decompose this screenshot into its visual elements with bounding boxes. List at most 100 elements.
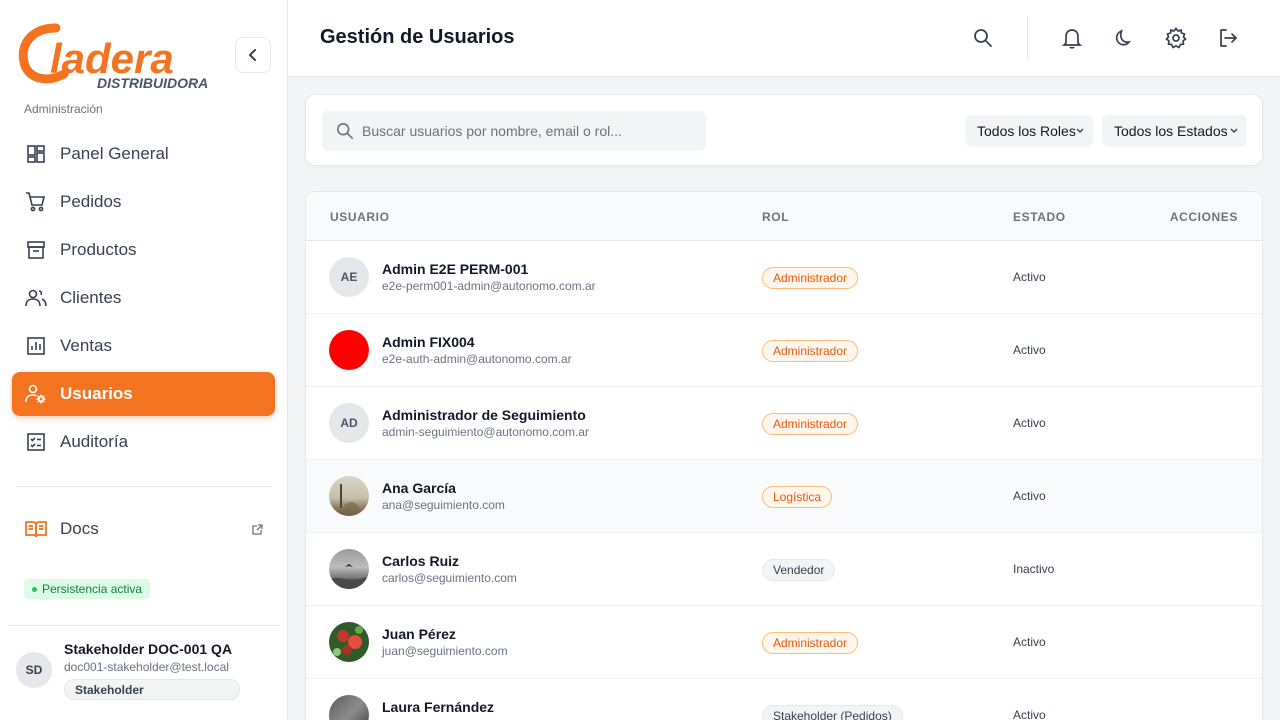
status-text: Activo: [1013, 343, 1046, 357]
search-field[interactable]: [322, 111, 706, 151]
status-text: Activo: [1013, 708, 1046, 720]
sidebar-divider: [16, 486, 271, 487]
settings-button[interactable]: [1164, 26, 1188, 50]
chart-icon: [24, 334, 48, 358]
users-table: USUARIO ROL ESTADO ACCIONES AE Admin E2E…: [305, 191, 1263, 720]
sidebar-item-docs[interactable]: Docs: [12, 507, 275, 551]
role-badge: Administrador: [762, 632, 859, 654]
sidebar-item-productos[interactable]: Productos: [12, 228, 275, 272]
column-header-acciones: ACCIONES: [1169, 210, 1238, 224]
search-icon: [974, 29, 992, 47]
role-badge: Administrador: [762, 340, 859, 362]
sidebar-item-label: Pedidos: [60, 192, 122, 211]
sidebar-item-panel-general[interactable]: Panel General: [12, 132, 275, 176]
table-row[interactable]: Ana García ana@seguimiento.com Logística…: [306, 460, 1262, 533]
avatar: [329, 476, 369, 516]
sidebar-item-label: Ventas: [60, 336, 112, 355]
avatar: AE: [329, 257, 369, 297]
status-text: Activo: [1013, 635, 1046, 649]
logout-button[interactable]: [1216, 26, 1240, 50]
user-email: carlos@seguimiento.com: [382, 571, 517, 585]
gear-icon: [1165, 27, 1187, 49]
sidebar-item-label: Clientes: [60, 288, 122, 307]
filter-bar: Todos los Roles Todos los Estados: [305, 94, 1263, 166]
dashboard-icon: [24, 142, 48, 166]
chevron-left-icon: [249, 49, 256, 61]
role-badge: Administrador: [762, 267, 859, 289]
sidebar: ladera DISTRIBUIDORA Administración Pane…: [0, 0, 288, 720]
sidebar-item-usuarios[interactable]: Usuarios: [12, 372, 275, 416]
archive-icon: [24, 238, 48, 262]
user-email: e2e-perm001-admin@autonomo.com.ar: [382, 279, 596, 293]
current-user-name: Stakeholder DOC-001 QA: [64, 641, 233, 657]
sidebar-item-label: Usuarios: [60, 384, 133, 403]
status-text: Activo: [1013, 416, 1046, 430]
user-name: Laura Fernández: [382, 699, 495, 715]
avatar: AD: [329, 403, 369, 443]
user-name: Ana García: [382, 480, 456, 496]
avatar: [329, 622, 369, 662]
persistence-label: Persistencia activa: [42, 582, 143, 596]
avatar: SD: [16, 652, 52, 688]
user-email: ana@seguimiento.com: [382, 498, 505, 512]
user-name: Juan Pérez: [382, 626, 456, 642]
persistence-status-badge: Persistencia activa: [24, 579, 151, 599]
table-row[interactable]: Juan Pérez juan@seguimiento.com Administ…: [306, 606, 1262, 679]
status-text: Activo: [1013, 270, 1046, 284]
avatar: [329, 695, 369, 720]
user-gear-icon: [24, 382, 48, 406]
section-label: Administración: [24, 102, 103, 116]
chevron-down-icon: [1230, 128, 1238, 133]
sidebar-item-auditoria[interactable]: Auditoría: [12, 420, 275, 464]
role-badge: Logística: [762, 486, 833, 508]
user-name: Admin E2E PERM-001: [382, 261, 529, 277]
status-filter-value: Todos los Estados: [1114, 123, 1228, 139]
status-text: Inactivo: [1013, 562, 1055, 576]
sidebar-item-clientes[interactable]: Clientes: [12, 276, 275, 320]
user-email: juan@seguimiento.com: [382, 644, 508, 658]
brand-logo[interactable]: ladera DISTRIBUIDORA: [18, 22, 218, 92]
collapse-sidebar-button[interactable]: [235, 37, 271, 73]
table-row[interactable]: AE Admin E2E PERM-001 e2e-perm001-admin@…: [306, 241, 1262, 314]
role-filter-select[interactable]: Todos los Roles: [965, 115, 1093, 147]
column-header-rol[interactable]: ROL: [762, 210, 789, 224]
book-icon: [24, 517, 48, 541]
users-icon: [24, 286, 48, 310]
status-filter-select[interactable]: Todos los Estados: [1102, 115, 1247, 147]
top-header: Gestión de Usuarios: [288, 0, 1280, 77]
table-row[interactable]: Admin FIX004 e2e-auth-admin@autonomo.com…: [306, 314, 1262, 387]
table-row[interactable]: Carlos Ruiz carlos@seguimiento.com Vende…: [306, 533, 1262, 606]
svg-text:DISTRIBUIDORA: DISTRIBUIDORA: [97, 75, 208, 91]
role-badge: Stakeholder (Pedidos): [762, 705, 903, 720]
role-badge: Administrador: [762, 413, 859, 435]
logout-icon: [1220, 29, 1237, 47]
user-email: e2e-auth-admin@autonomo.com.ar: [382, 352, 572, 366]
status-text: Activo: [1013, 489, 1046, 503]
search-button[interactable]: [971, 26, 995, 50]
search-input[interactable]: [362, 123, 692, 139]
user-name: Administrador de Seguimiento: [382, 407, 586, 423]
avatar: [329, 549, 369, 589]
header-separator: [1027, 16, 1028, 60]
sidebar-item-pedidos[interactable]: Pedidos: [12, 180, 275, 224]
column-header-usuario[interactable]: USUARIO: [330, 210, 390, 224]
external-link-icon: [251, 521, 263, 541]
notifications-button[interactable]: [1060, 26, 1084, 50]
chevron-down-icon: [1076, 128, 1084, 133]
user-email: admin-seguimiento@autonomo.com.ar: [382, 425, 589, 439]
sidebar-item-label: Productos: [60, 240, 137, 259]
user-name: Admin FIX004: [382, 334, 475, 350]
theme-toggle-button[interactable]: [1112, 26, 1136, 50]
avatar: [329, 330, 369, 370]
table-row[interactable]: AD Administrador de Seguimiento admin-se…: [306, 387, 1262, 460]
sidebar-item-label: Auditoría: [60, 432, 129, 451]
role-badge: Vendedor: [762, 559, 836, 581]
current-user-panel[interactable]: SD Stakeholder DOC-001 QA doc001-stakeho…: [8, 625, 280, 720]
role-filter-value: Todos los Roles: [977, 123, 1076, 139]
page-title: Gestión de Usuarios: [320, 26, 515, 48]
sidebar-item-ventas[interactable]: Ventas: [12, 324, 275, 368]
table-row[interactable]: Laura Fernández Stakeholder (Pedidos) Ac…: [306, 679, 1262, 720]
bell-icon: [1062, 29, 1082, 49]
column-header-estado[interactable]: ESTADO: [1013, 210, 1066, 224]
sidebar-nav: Panel General Pedidos Productos Clientes…: [12, 132, 275, 468]
